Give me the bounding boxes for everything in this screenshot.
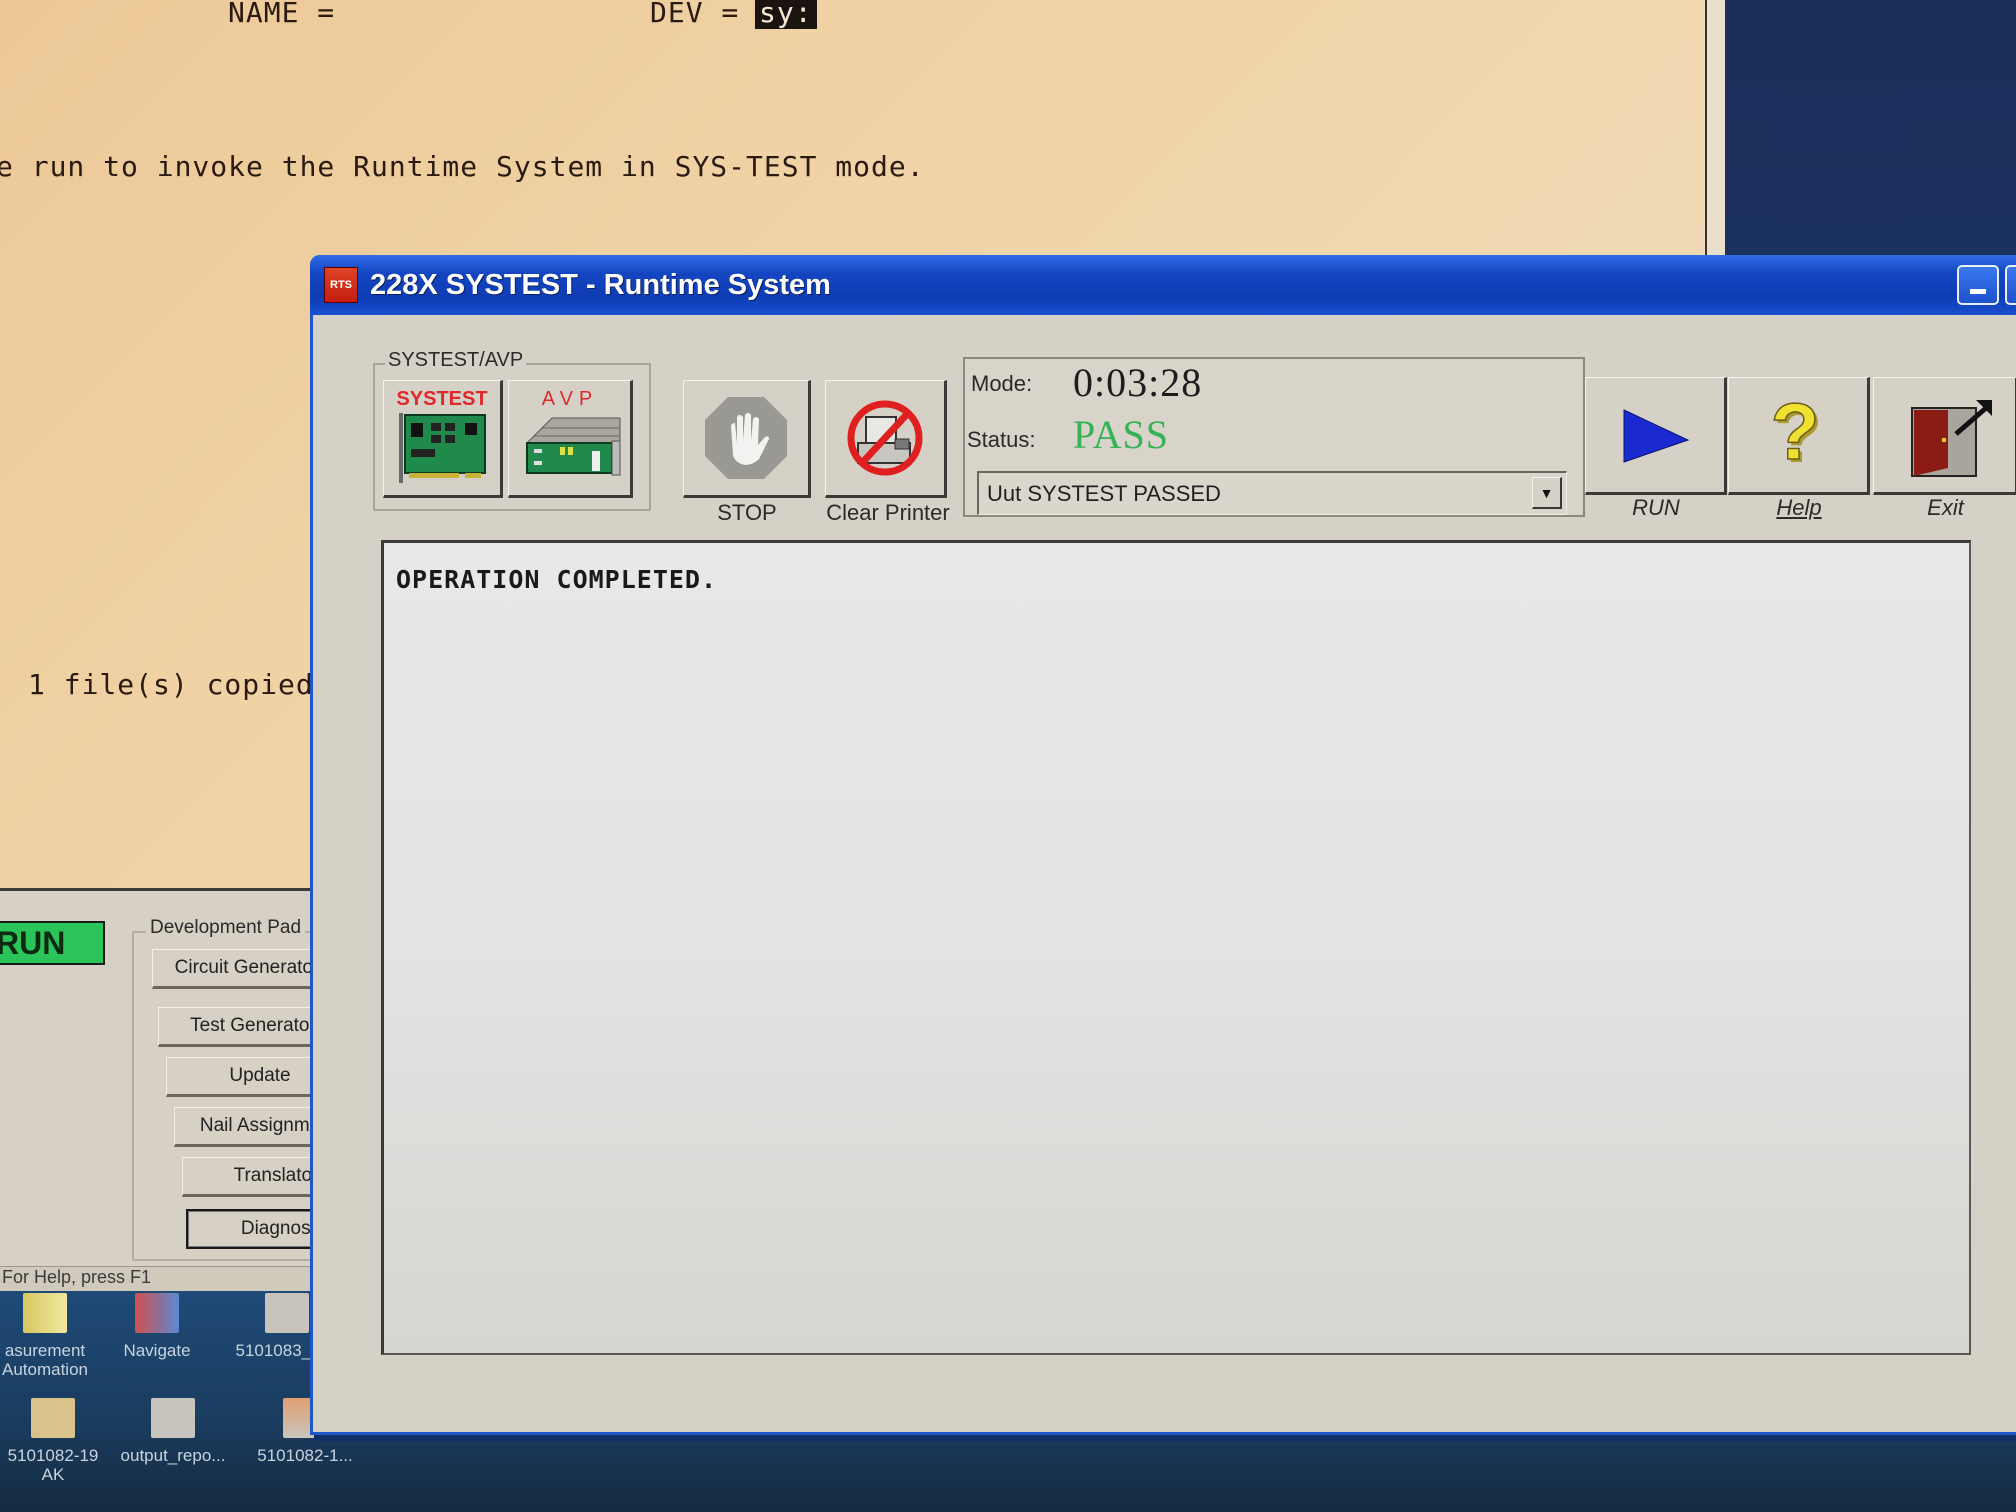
svg-text:SYSTEST: SYSTEST (396, 388, 487, 410)
desktop-icon-label: 5101082-19 AK (7, 1446, 99, 1484)
folder-icon (31, 1398, 75, 1438)
desktop-icon-label: 5101082-1... (257, 1446, 353, 1465)
console-copied-line: 1 file(s) copied. (28, 668, 332, 701)
runtime-system-window: RTS 228X SYSTEST - Runtime System SYSTES… (310, 255, 2016, 1435)
console-name-line: NAME = (228, 0, 336, 29)
output-console[interactable]: OPERATION COMPLETED. (381, 540, 1971, 1355)
rts-logo-icon: RTS (324, 267, 358, 303)
clear-printer-button[interactable] (825, 380, 947, 498)
systest-board-icon: SYSTEST (396, 388, 488, 483)
console-frame-edge (1705, 0, 1725, 260)
help-button[interactable]: ? ? (1728, 377, 1870, 495)
dropdown-arrow-icon[interactable]: ▼ (1532, 477, 1562, 509)
question-mark-icon: ? ? (1770, 390, 1823, 479)
desktop-icon[interactable]: 5101082-19 AK (0, 1398, 118, 1484)
desktop-icon[interactable]: Navigate (92, 1293, 222, 1360)
message-dropdown[interactable]: Uut SYSTEST PASSED ▼ (977, 471, 1567, 515)
svg-text:?: ? (1771, 390, 1820, 476)
status-label: Status: (967, 427, 1036, 452)
run-status-indicator[interactable]: RUN (0, 921, 105, 965)
desktop-icon-label: Navigate (123, 1341, 191, 1360)
exit-door-icon (1910, 400, 1992, 477)
clear-printer-label: Clear Printer (826, 500, 950, 525)
desktop-icon-label: asurement Automation (2, 1341, 88, 1379)
output-text: OPERATION COMPLETED. (396, 565, 718, 594)
title-bar[interactable]: RTS 228X SYSTEST - Runtime System (310, 255, 2016, 315)
window-title: 228X SYSTEST - Runtime System (370, 268, 831, 301)
message-dropdown-value: Uut SYSTEST PASSED (987, 480, 1221, 506)
run-button[interactable] (1585, 377, 1727, 495)
stop-button[interactable] (683, 380, 811, 498)
avp-mode-button[interactable]: AVP (508, 380, 633, 498)
console-dev-label: DEV = (650, 0, 740, 29)
mode-label: Mode: (971, 371, 1033, 396)
help-label: Help (1776, 495, 1822, 520)
systest-mode-button[interactable]: SYSTEST (383, 380, 503, 498)
svg-text:AVP: AVP (542, 388, 599, 410)
minimize-button[interactable] (1957, 265, 1999, 305)
play-icon (1623, 409, 1690, 463)
maximize-button[interactable] (2005, 265, 2016, 305)
console-dev-value[interactable]: sy: (755, 0, 817, 29)
console-invoke-line: e run to invoke the Runtime System in SY… (0, 150, 925, 183)
stop-hand-icon (705, 397, 787, 479)
run-label: RUN (1632, 495, 1680, 520)
no-printer-icon (847, 400, 923, 476)
desktop-icon[interactable]: output_repo... (108, 1398, 238, 1465)
elapsed-time: 0:03:28 (1073, 360, 1203, 405)
document-icon (151, 1398, 195, 1438)
exit-label: Exit (1927, 495, 1964, 520)
navigate-icon (135, 1293, 179, 1333)
stop-label: STOP (717, 500, 777, 525)
systest-avp-group-label: SYSTEST/AVP (385, 349, 527, 372)
avp-module-icon: AVP (525, 388, 621, 476)
document-icon (265, 1293, 309, 1333)
desktop-icon-label: output_repo... (120, 1446, 226, 1465)
status-value: PASS (1073, 412, 1169, 457)
exit-button[interactable] (1873, 377, 2016, 495)
run-status-label: RUN (0, 924, 66, 961)
development-pad-title: Development Pad (146, 917, 306, 939)
status-panel: Mode: 0:03:28 Status: PASS Uut SYSTEST P… (963, 357, 1585, 517)
measurement-automation-icon (23, 1293, 67, 1333)
